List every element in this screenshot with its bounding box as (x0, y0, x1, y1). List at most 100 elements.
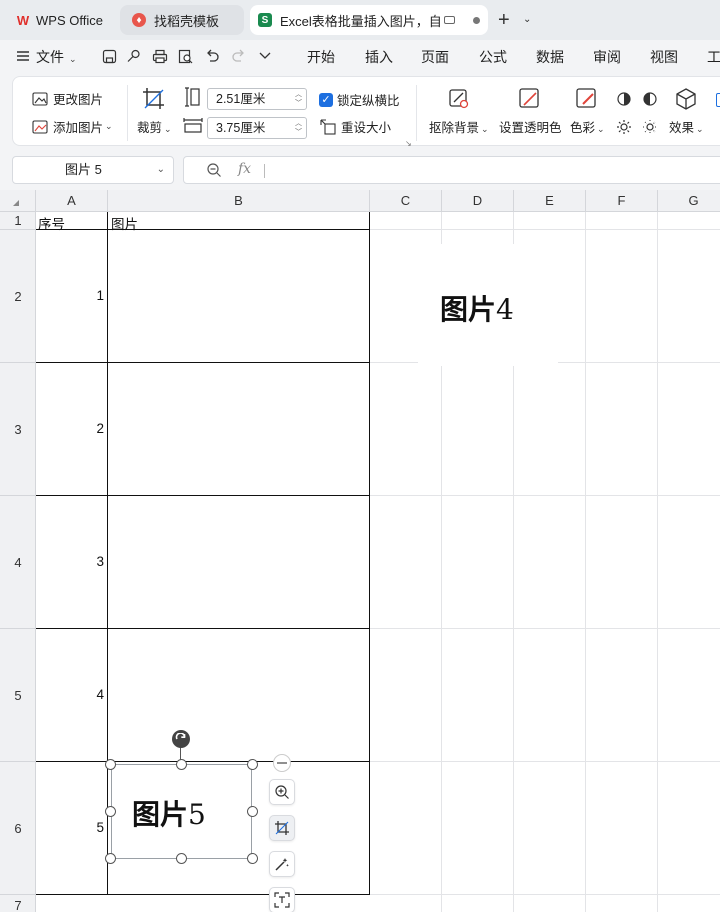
set-transparent-color-button[interactable]: 设置透明色 (499, 87, 562, 136)
row-headers: 1 2 3 4 5 6 7 (0, 212, 36, 912)
dim-icon[interactable] (642, 119, 658, 135)
redo-icon[interactable] (229, 47, 247, 65)
more-tools-icon[interactable] (716, 93, 720, 107)
resize-handle-top-left[interactable] (105, 759, 116, 770)
name-box[interactable]: 图片 5 ⌄ (12, 156, 174, 184)
cell-b1-header[interactable]: 图片 (111, 213, 138, 233)
resize-handle-bottom-right[interactable] (247, 853, 258, 864)
cell-a4[interactable]: 3 (40, 554, 104, 569)
new-tab-button[interactable]: + (498, 10, 510, 30)
width-input[interactable]: 3.75厘米 ︿ ﹀ (207, 117, 307, 139)
share-icon[interactable] (124, 47, 142, 65)
lock-aspect-ratio-checkbox[interactable]: ✓ 锁定纵横比 (319, 90, 400, 109)
column-header-g[interactable]: G (658, 190, 720, 212)
menu-home[interactable]: 开始 (307, 47, 335, 67)
menu-formula[interactable]: 公式 (479, 47, 507, 67)
formula-input[interactable]: fx (183, 156, 720, 184)
checkbox-checked-icon: ✓ (319, 92, 333, 107)
resize-handle-right[interactable] (247, 806, 258, 817)
fx-icon[interactable]: fx (238, 161, 251, 177)
picture-5-digit: 5 (188, 798, 206, 831)
file-menu[interactable]: 文件 ⌄ (36, 47, 77, 67)
height-icon (183, 87, 201, 107)
more-chevron-icon[interactable] (256, 47, 274, 65)
resize-handle-top[interactable] (176, 759, 187, 770)
picture-4[interactable]: 图片4 (418, 244, 558, 366)
column-header-f[interactable]: F (586, 190, 658, 212)
undo-icon[interactable] (203, 47, 221, 65)
dialog-launcher-icon[interactable]: ↘ (405, 139, 412, 148)
cell-a6[interactable]: 5 (40, 820, 104, 835)
rotate-handle-icon[interactable] (172, 730, 190, 748)
column-header-e[interactable]: E (514, 190, 586, 212)
menu-insert[interactable]: 插入 (365, 47, 393, 67)
tab-wps-label: WPS Office (36, 12, 103, 28)
resize-handle-bottom-left[interactable] (105, 853, 116, 864)
unsaved-dot-icon[interactable] (473, 16, 480, 24)
resize-handle-top-right[interactable] (247, 759, 258, 770)
change-picture-button[interactable]: 更改图片 (31, 89, 103, 108)
row-header-7[interactable]: 7 (0, 895, 36, 912)
resize-handle-bottom[interactable] (176, 853, 187, 864)
row-header-5[interactable]: 5 (0, 629, 36, 762)
spreadsheet-grid[interactable]: A B C D E F G 1 2 3 4 5 6 7 序号 图片 1 2 3 … (0, 190, 720, 912)
height-input[interactable]: 2.51厘米 ︿ ﹀ (207, 88, 307, 110)
row-header-3[interactable]: 3 (0, 363, 36, 496)
brightness-icon[interactable] (616, 119, 632, 135)
zoom-search-icon[interactable] (206, 162, 222, 181)
row-header-6[interactable]: 6 (0, 762, 36, 895)
row-header-1[interactable]: 1 (0, 212, 36, 230)
column-header-c[interactable]: C (370, 190, 442, 212)
chevron-down-icon[interactable]: ⌄ (523, 14, 531, 25)
magic-edit-icon[interactable] (269, 851, 295, 877)
cell-a3[interactable]: 2 (40, 421, 104, 436)
brightness-up-icon[interactable] (616, 91, 632, 107)
zoom-in-picture-icon[interactable] (269, 779, 295, 805)
tab-wps-office[interactable]: W WPS Office (6, 5, 114, 35)
menu-view[interactable]: 视图 (650, 47, 678, 67)
print-preview-icon[interactable] (177, 47, 195, 65)
name-box-value: 图片 5 (65, 162, 102, 177)
resize-handle-left[interactable] (105, 806, 116, 817)
cell-a5[interactable]: 4 (40, 687, 104, 702)
remove-background-button[interactable]: 抠除背景 ⌄ (429, 87, 489, 136)
column-header-b[interactable]: B (108, 190, 370, 212)
crop-picture-icon[interactable] (269, 815, 295, 841)
effects-label: 效果 (669, 121, 695, 135)
cell-a1-header[interactable]: 序号 (38, 213, 65, 233)
column-header-a[interactable]: A (36, 190, 108, 212)
picture-tools-ribbon: 更改图片 添加图片 ⌄ 裁剪 ⌄ 2.51厘米 ︿ ﹀ 3.75厘米 ︿ ﹀ ✓ 锁定纵… (12, 76, 720, 148)
select-all-corner[interactable] (0, 190, 36, 212)
tab-daoke-templates[interactable]: ♦ 找稻壳模板 (120, 5, 244, 35)
column-headers: A B C D E F G (0, 190, 720, 212)
print-icon[interactable] (151, 47, 169, 65)
menu-tools[interactable]: 工 (707, 47, 720, 67)
color-button[interactable]: 色彩 ⌄ (570, 87, 605, 136)
add-picture-button[interactable]: 添加图片 ⌄ (31, 117, 113, 136)
row-header-2[interactable]: 2 (0, 230, 36, 363)
crop-icon (142, 87, 166, 111)
height-stepper-icon[interactable]: ︿ ﹀ (295, 90, 302, 108)
column-header-d[interactable]: D (442, 190, 514, 212)
contrast-icon[interactable] (642, 91, 658, 107)
crop-button[interactable]: 裁剪 ⌄ (137, 87, 172, 136)
extract-text-icon[interactable] (269, 887, 295, 912)
menu-data[interactable]: 数据 (536, 47, 564, 67)
chevron-down-icon[interactable]: ⌄ (157, 157, 165, 183)
effects-button[interactable]: 效果 ⌄ (669, 87, 704, 136)
menu-review[interactable]: 审阅 (593, 47, 621, 67)
menu-bar: 文件 ⌄ 开始 插入 页面 公式 数据 审阅 视图 工 (0, 40, 720, 72)
save-icon[interactable] (100, 47, 118, 65)
row-header-4[interactable]: 4 (0, 496, 36, 629)
tab-excel-document[interactable]: S Excel表格批量插入图片，自动 (250, 5, 488, 35)
cell-a2[interactable]: 1 (40, 288, 104, 303)
width-stepper-icon[interactable]: ︿ ﹀ (295, 119, 302, 137)
tab-daoke-label: 找稻壳模板 (154, 13, 220, 29)
collapse-toolbar-icon[interactable] (273, 754, 291, 772)
hamburger-menu-icon[interactable] (14, 47, 32, 65)
menu-page[interactable]: 页面 (421, 47, 449, 67)
reset-size-icon (319, 118, 337, 136)
picture-5-selected[interactable]: 图片5 (111, 764, 252, 859)
set-transparent-color-label: 设置透明色 (499, 121, 562, 135)
reset-size-button[interactable]: 重设大小 (319, 117, 391, 136)
